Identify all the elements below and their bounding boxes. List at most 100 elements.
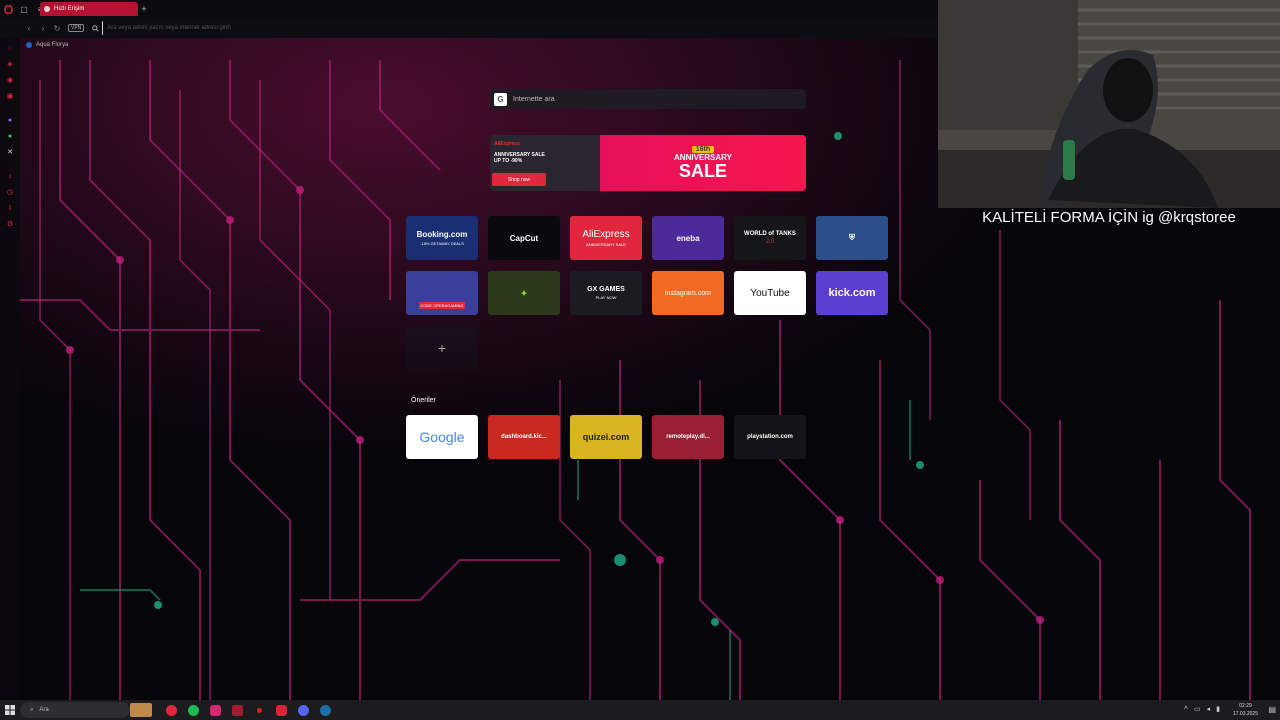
taskbar-search[interactable]: ⌕ Ara <box>20 702 130 718</box>
dial-label: CapCut <box>509 233 539 243</box>
dial-sublabel: 2.0 <box>765 239 775 245</box>
add-speed-dial-button[interactable]: + <box>406 327 478 369</box>
gx-corner-icon[interactable]: ◈ <box>4 58 16 70</box>
volume-icon[interactable]: ◂ <box>1207 705 1211 713</box>
discord-icon[interactable] <box>292 700 314 720</box>
bookmark-favicon-icon <box>26 42 32 48</box>
speed-dial-eneba[interactable]: eneba <box>652 216 724 260</box>
promo-right-panel: 16th ANNIVERSARY SALE <box>600 135 806 191</box>
opera-gx-taskbar-icon[interactable] <box>160 700 182 720</box>
opera-window-icon[interactable] <box>226 700 248 720</box>
messenger-icon[interactable]: ● <box>4 114 16 126</box>
back-icon[interactable]: ‹ <box>22 18 36 38</box>
url-input[interactable] <box>102 21 603 35</box>
steam-icon[interactable] <box>314 700 336 720</box>
tab-title: Hızlı Erişim <box>54 6 85 12</box>
suggestion-playstation[interactable]: playstation.com <box>734 415 806 459</box>
search-box[interactable]: G <box>490 89 806 109</box>
promo-left-panel: AliExpress ANNIVERSARY SALE UP TO -90% S… <box>490 135 600 191</box>
dial-label: dashboard.kic... <box>501 434 547 440</box>
google-icon: G <box>494 92 507 106</box>
bookmark-item[interactable]: Aqua Florya <box>36 42 68 48</box>
downloads-icon[interactable]: ⇩ <box>4 202 16 214</box>
speed-dial-game-promo[interactable]: ⛨ <box>816 216 888 260</box>
whatsapp-icon[interactable]: ● <box>4 130 16 142</box>
dial-sublabel: PLAY NOW <box>595 295 617 300</box>
suggestions-title: Öneriler <box>411 397 436 404</box>
speed-dial-aliexpress[interactable]: AliExpress ANNIVERSARY SALE <box>570 216 642 260</box>
speed-dial-instagram[interactable]: instagram.com <box>652 271 724 315</box>
aria-icon[interactable]: ◌ <box>4 42 16 54</box>
twitch-icon[interactable]: ▣ <box>4 90 16 102</box>
speed-dial-world-of-tanks[interactable]: WORLD of TANKS 2.0 <box>734 216 806 260</box>
webcam-overlay <box>938 0 1280 208</box>
speed-dial-game-art[interactable]: ✦ <box>488 271 560 315</box>
taskbar-clock[interactable]: 02:29 17.03.2025 <box>1233 702 1258 718</box>
speed-dial-booking[interactable]: Booking.com -15% GETAWAY DEALS <box>406 216 478 260</box>
reload-icon[interactable]: ↻ <box>50 18 64 38</box>
game-art-icon: ✦ <box>520 288 528 298</box>
taskbar: ⌕ Ara ˄ ▭ ◂ ▮ 02:29 17.03.2025 ▤ <box>0 700 1280 720</box>
dial-label: quizei.com <box>582 432 630 442</box>
dial-sublabel: -15% GETAWAY DEALS <box>420 241 464 246</box>
system-tray: ˄ ▭ ◂ ▮ <box>1184 705 1220 713</box>
history-icon[interactable]: ◷ <box>4 186 16 198</box>
clock-time: 02:29 <box>1239 703 1252 709</box>
promo-banner[interactable]: AliExpress ANNIVERSARY SALE UP TO -90% S… <box>490 135 806 191</box>
taskbar-search-placeholder: Ara <box>39 707 49 713</box>
search-input[interactable] <box>513 95 793 103</box>
suggestion-dashboard-kick[interactable]: dashboard.kic... <box>488 415 560 459</box>
dial-label: playstation.com <box>747 434 793 440</box>
search-icon: ⌕ <box>30 706 34 713</box>
app-red-icon[interactable] <box>270 700 292 720</box>
gx-control-icon[interactable]: ◉ <box>4 74 16 86</box>
promo-sale-text: SALE <box>678 161 727 181</box>
speed-dial-youtube[interactable]: YouTube <box>734 271 806 315</box>
promo-brand: AliExpress <box>494 141 520 147</box>
dial-label: GX GAMES <box>587 286 625 293</box>
dial-label: AliExpress <box>582 229 630 240</box>
promo-16th-badge: 16th <box>691 146 715 153</box>
settings-icon[interactable]: ⚙ <box>4 218 16 230</box>
new-tab-button[interactable]: + <box>139 2 149 16</box>
x-twitter-icon[interactable]: ✕ <box>4 146 16 158</box>
dial-label: kick.com <box>828 287 876 299</box>
instagram-taskbar-icon[interactable] <box>204 700 226 720</box>
network-icon[interactable]: ▭ <box>1194 705 1201 713</box>
opera-menu-icon[interactable] <box>0 0 16 18</box>
news-widget-icon[interactable] <box>130 700 152 720</box>
promo-discount: UP TO -90% <box>494 158 523 164</box>
vpn-badge[interactable]: VPN <box>68 24 85 32</box>
suggestion-quizei[interactable]: quizei.com <box>570 415 642 459</box>
address-bar: ‹ › ↻ VPN <box>0 18 938 38</box>
suggestion-remoteplay[interactable]: remoteplay.dl... <box>652 415 724 459</box>
tab-speed-dial[interactable]: Hızlı Erişim <box>40 2 138 16</box>
music-player-icon[interactable]: ♪ <box>4 170 16 182</box>
suggestion-google[interactable]: Google <box>406 415 478 459</box>
dial-label: YouTube <box>750 287 790 299</box>
dial-label: WORLD of TANKS <box>744 231 796 237</box>
overlay-caption: KALİTELİ FORMA İÇİN ig @krqstoree <box>982 209 1236 226</box>
speed-dial-game-code[interactable]: CODE OPERAGAMING <box>406 271 478 315</box>
shop-now-button[interactable]: Shop now <box>492 173 546 186</box>
chevron-up-icon[interactable]: ˄ <box>1184 705 1188 713</box>
speed-dial-capcut[interactable]: CapCut <box>488 216 560 260</box>
shield-icon: ⛨ <box>849 233 855 242</box>
recording-icon[interactable] <box>248 700 270 720</box>
dial-label: instagram.com <box>665 289 711 297</box>
notification-icon[interactable]: ▤ <box>1268 705 1276 714</box>
screen: ▢ ≡ Hızlı Erişim + ‹ › ↻ VPN Aqua Florya… <box>0 0 1280 720</box>
bookmarks-bar: Aqua Florya <box>20 38 938 52</box>
microphone-icon[interactable]: ▮ <box>1216 705 1220 713</box>
sidebar: ◌ ◈ ◉ ▣ ● ● ✕ ♪ ◷ ⇩ ⚙ <box>0 38 20 700</box>
workspaces-icon[interactable]: ▢ <box>16 0 32 18</box>
dial-label: Booking.com <box>416 230 468 239</box>
speed-dial-gx-games[interactable]: GX GAMES PLAY NOW <box>570 271 642 315</box>
dial-label: Google <box>419 429 465 445</box>
spotify-icon[interactable] <box>182 700 204 720</box>
speed-dial-kick[interactable]: kick.com <box>816 271 888 315</box>
tab-bar: ▢ ≡ Hızlı Erişim + <box>0 0 938 18</box>
windows-start-icon[interactable] <box>0 700 20 720</box>
speed-dial-tab-icon <box>44 6 50 12</box>
forward-icon[interactable]: › <box>36 18 50 38</box>
